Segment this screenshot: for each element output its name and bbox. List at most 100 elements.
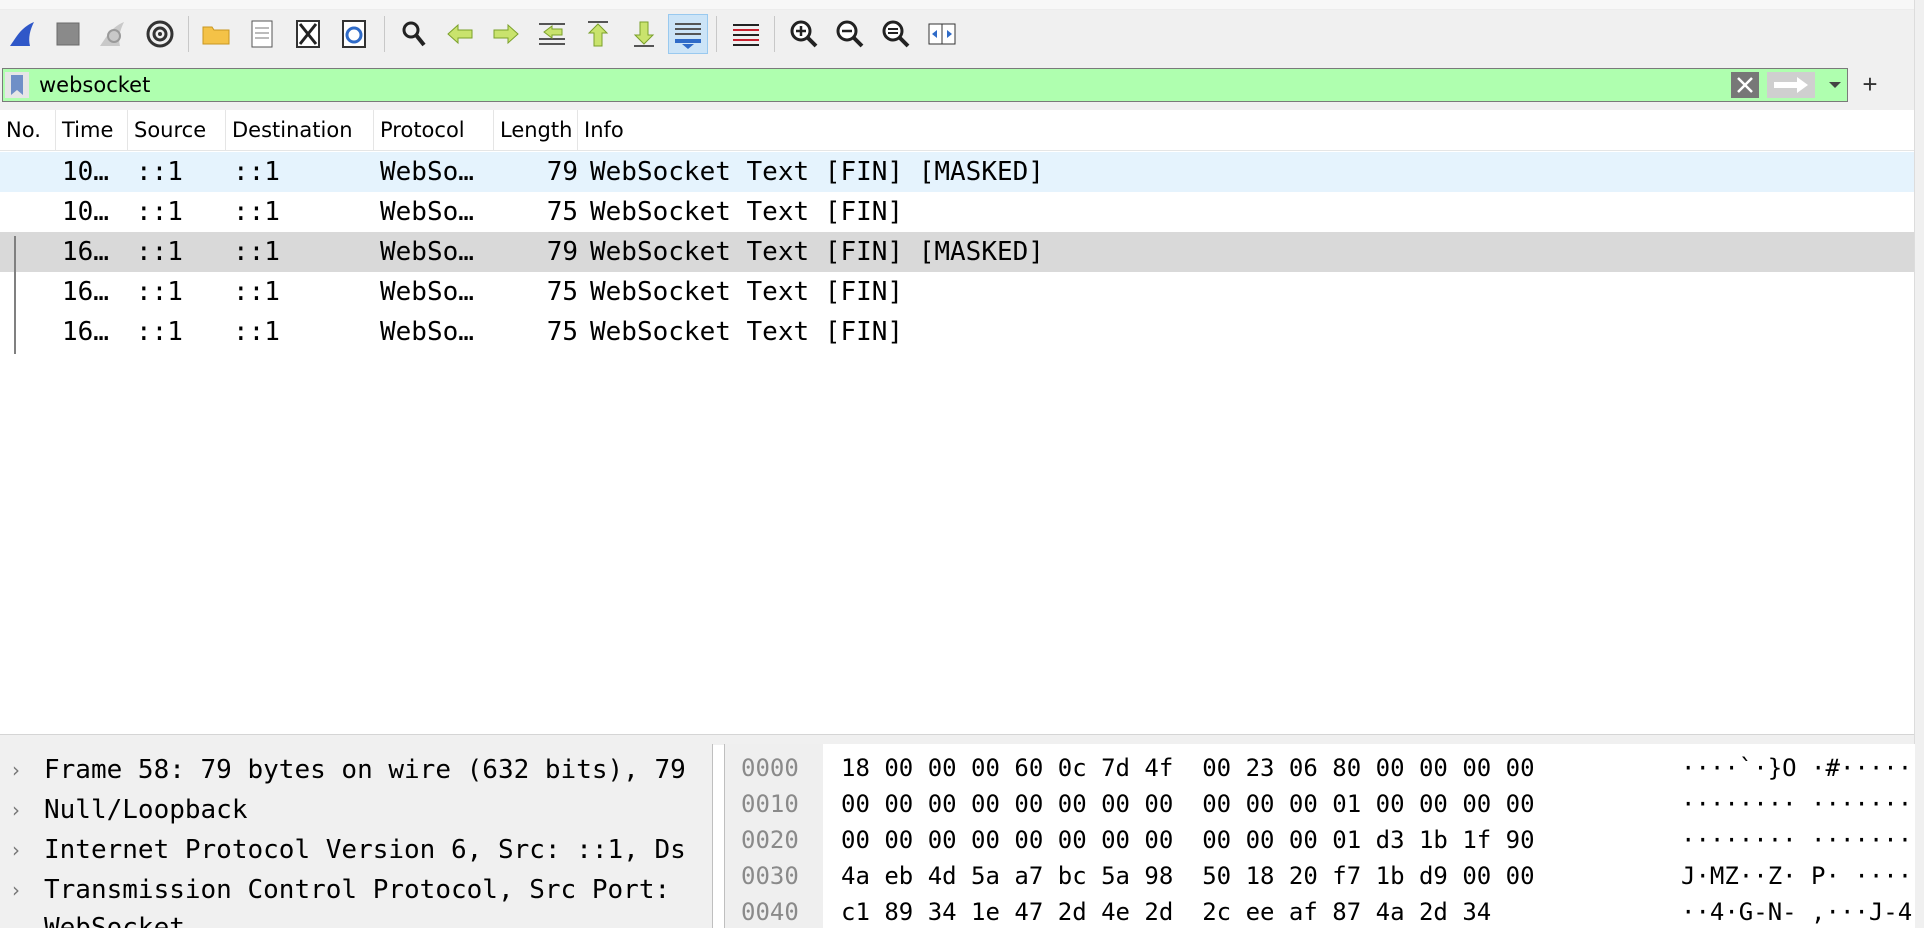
open-file-button[interactable] [196,14,236,54]
column-header-protocol[interactable]: Protocol [374,110,494,150]
main-toolbar [0,0,1924,69]
packet-bytes-pane: 0000 18 00 00 00 60 0c 7d 4f 00 23 06 80… [724,744,1915,928]
go-first-packet-button[interactable] [578,14,618,54]
go-forward-button[interactable] [486,14,526,54]
bytes-row[interactable]: 0030 4a eb 4d 5a a7 bc 5a 98 50 18 20 f7… [725,858,1915,894]
clear-filter-button[interactable] [1731,72,1759,98]
display-filter-input[interactable] [39,71,1729,99]
save-file-button[interactable] [242,14,282,54]
column-header-no[interactable]: No. [0,110,56,150]
resize-columns-button[interactable] [922,14,962,54]
tree-item[interactable]: ⌄ WebSocket [0,908,712,928]
apply-filter-button[interactable] [1767,72,1815,98]
cell-destination: ::1 [233,237,280,267]
go-last-packet-icon [633,21,655,47]
packet-list-header: No. Time Source Destination Protocol Len… [0,110,1914,151]
display-filter-bar: + [0,68,1924,110]
close-file-button[interactable] [288,14,328,54]
chevron-right-icon[interactable]: › [12,830,26,870]
column-header-length[interactable]: Length [494,110,578,150]
restart-fin-icon [100,22,124,46]
chevron-right-icon[interactable]: › [12,790,26,830]
capture-options-button[interactable] [140,14,180,54]
cell-info: WebSocket Text [FIN] [590,197,904,227]
go-last-packet-button[interactable] [624,14,664,54]
cell-protocol: WebSo… [380,277,474,307]
chevron-down-icon[interactable]: ⌄ [12,908,29,928]
plus-icon: + [1862,69,1878,99]
cell-time: 10… [62,157,109,187]
packet-row[interactable]: 10… ::1 ::1 WebSo… 79 WebSocket Text [FI… [0,152,1914,192]
packet-row[interactable]: 10… ::1 ::1 WebSo… 75 WebSocket Text [FI… [0,192,1914,232]
byte-hex: 00 00 00 00 00 00 00 00 00 00 00 01 d3 1… [841,826,1535,854]
byte-hex: c1 89 34 1e 47 2d 4e 2d 2c ee af 87 4a 2… [841,898,1492,926]
cell-destination: ::1 [233,317,280,347]
vertical-scrollbar[interactable] [1914,0,1924,928]
column-header-source[interactable]: Source [128,110,226,150]
cell-info: WebSocket Text [FIN] [590,277,904,307]
tree-item[interactable]: › Transmission Control Protocol, Src Por… [0,870,712,910]
start-capture-button[interactable] [2,14,42,54]
zoom-in-button[interactable] [784,14,824,54]
filter-history-dropdown[interactable] [1823,72,1847,98]
filter-bookmark-button[interactable] [5,72,29,98]
packet-details-pane: › Frame 58: 79 bytes on wire (632 bits),… [0,744,713,928]
cell-length: 79 [546,237,578,267]
tree-item-label: Null/Loopback [44,795,248,825]
go-back-button[interactable] [440,14,480,54]
autoscroll-button[interactable] [668,14,708,54]
chevron-right-icon[interactable]: › [12,750,26,790]
toolbar-separator [774,16,775,52]
cell-protocol: WebSo… [380,317,474,347]
cell-protocol: WebSo… [380,157,474,187]
cell-protocol: WebSo… [380,237,474,267]
tree-item[interactable]: › Internet Protocol Version 6, Src: ::1,… [0,830,712,870]
cell-time: 10… [62,197,109,227]
resize-columns-icon [928,23,956,45]
bytes-row[interactable]: 0040 c1 89 34 1e 47 2d 4e 2d 2c ee af 87… [725,894,1915,928]
cell-destination: ::1 [233,277,280,307]
open-folder-icon [202,26,230,45]
packet-list: No. Time Source Destination Protocol Len… [0,110,1914,734]
cell-source: ::1 [136,277,183,307]
chevron-right-icon[interactable]: › [12,870,26,910]
column-header-time[interactable]: Time [56,110,128,150]
stop-capture-button[interactable] [48,14,88,54]
bookmark-icon [11,75,23,95]
cell-time: 16… [62,277,109,307]
cell-length: 75 [546,197,578,227]
cell-length: 79 [546,157,578,187]
bytes-row[interactable]: 0020 00 00 00 00 00 00 00 00 00 00 00 01… [725,822,1915,858]
packet-row[interactable]: 16… ::1 ::1 WebSo… 75 WebSocket Text [FI… [0,272,1914,312]
byte-ascii: ··4·G-N- ,···J-4 [1681,898,1913,926]
go-to-packet-button[interactable] [532,14,572,54]
colorize-button[interactable] [726,14,766,54]
autoscroll-icon [675,23,701,49]
bytes-row[interactable]: 0000 18 00 00 00 60 0c 7d 4f 00 23 06 80… [725,750,1915,786]
byte-offset: 0020 [741,826,799,854]
packet-row[interactable]: 16… ::1 ::1 WebSo… 79 WebSocket Text [FI… [0,232,1914,272]
tree-item-label: Frame 58: 79 bytes on wire (632 bits), 7… [44,755,686,785]
tree-item[interactable]: › Frame 58: 79 bytes on wire (632 bits),… [0,750,712,790]
shark-fin-start-icon [10,22,34,46]
column-header-info[interactable]: Info [578,110,1914,150]
cell-source: ::1 [136,237,183,267]
byte-offset: 0040 [741,898,799,926]
normal-size-button[interactable] [876,14,916,54]
zoom-out-button[interactable] [830,14,870,54]
reload-file-button[interactable] [334,14,374,54]
restart-capture-button[interactable] [92,14,132,54]
tree-item[interactable]: › Null/Loopback [0,790,712,830]
cell-protocol: WebSo… [380,197,474,227]
cell-length: 75 [546,277,578,307]
add-filter-button[interactable]: + [1858,69,1882,99]
chevron-down-icon [1829,82,1841,88]
bytes-row[interactable]: 0010 00 00 00 00 00 00 00 00 00 00 00 01… [725,786,1915,822]
byte-offset: 0030 [741,862,799,890]
close-file-icon [296,20,320,48]
save-file-icon [251,20,273,48]
find-packet-button[interactable] [394,14,434,54]
byte-ascii: ········ ········ [1681,826,1915,854]
column-header-destination[interactable]: Destination [226,110,374,150]
packet-row[interactable]: 16… ::1 ::1 WebSo… 75 WebSocket Text [FI… [0,312,1914,352]
